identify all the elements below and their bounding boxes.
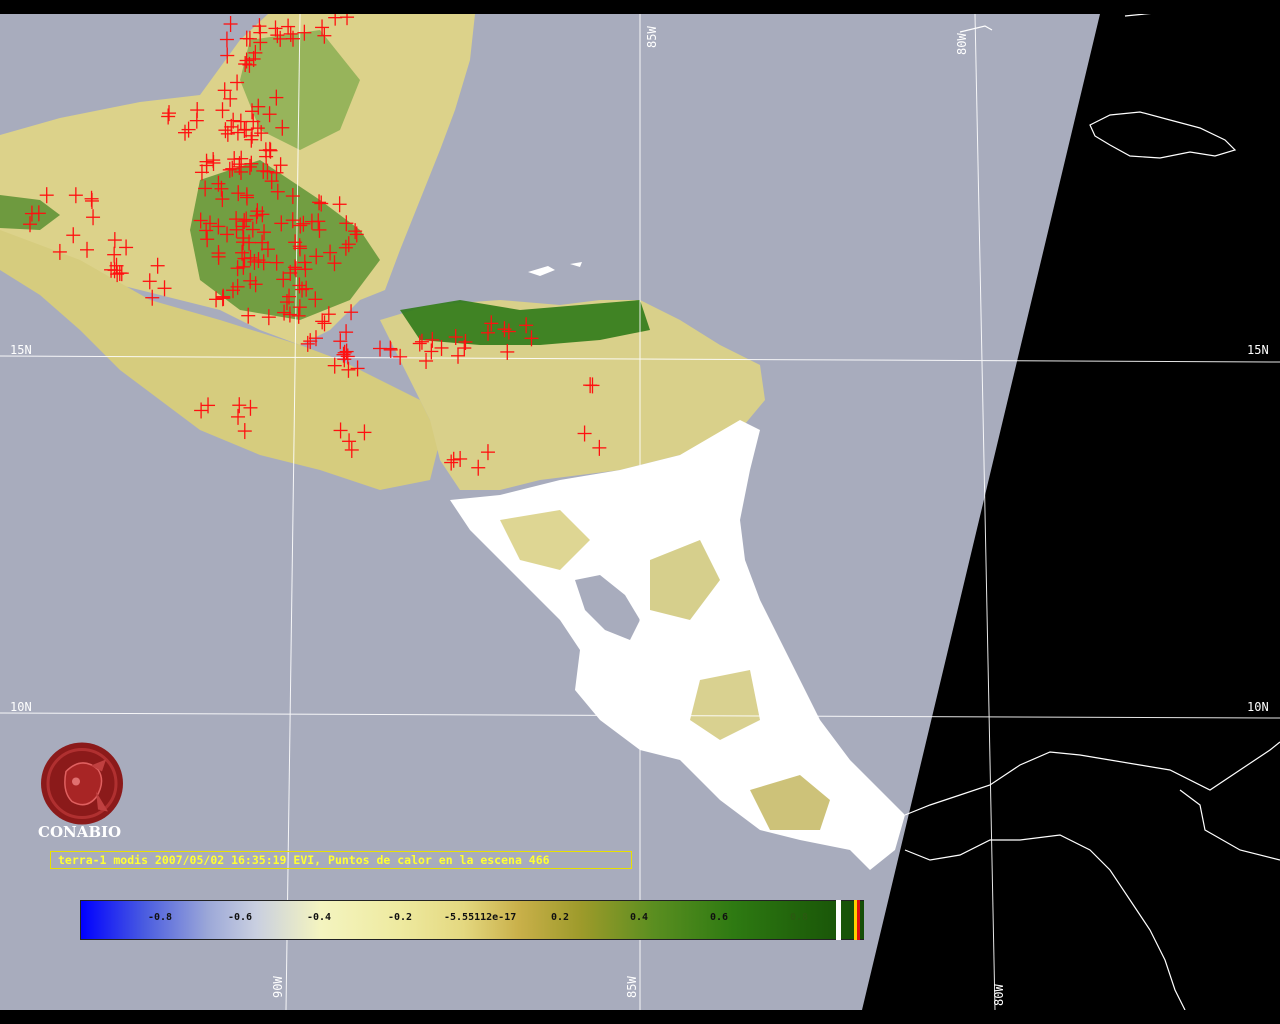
map-viewer: 15N 15N 10N 10N 85W 80W 90W 85W 80W CONA… <box>0 0 1280 1024</box>
colorbar-tick: 0.8 <box>790 912 809 923</box>
bottom-frame <box>0 1010 1280 1024</box>
lon-label-90w-bottom: 90W <box>271 976 285 998</box>
conabio-logo-text: CONABIO <box>38 823 122 841</box>
colorbar-white-mark <box>836 900 841 940</box>
lat-label-15n-right: 15N <box>1247 343 1269 357</box>
top-frame <box>0 0 1280 14</box>
lat-label-10n-left: 10N <box>10 700 32 714</box>
scene-caption: terra-1 modis 2007/05/02 16:35:19 EVI, P… <box>50 851 632 869</box>
colorbar-tick: 0.2 <box>551 912 570 923</box>
lon-label-85w-top: 85W <box>645 26 659 48</box>
lon-label-80w-top: 80W <box>955 33 969 55</box>
colorbar-tick: -5.55112e-17 <box>444 912 517 923</box>
colorbar-gray-mark <box>864 900 878 940</box>
colorbar-red-mark <box>857 900 860 940</box>
colorbar-tick: 0.4 <box>630 912 649 923</box>
colorbar-tick: -0.4 <box>307 912 332 923</box>
colorbar-tick: 0.6 <box>710 912 729 923</box>
lat-label-15n-left: 15N <box>10 343 32 357</box>
colorbar-tick: -0.6 <box>228 912 253 923</box>
evi-satellite-map <box>0 0 1280 1024</box>
colorbar-tick: -0.2 <box>388 912 413 923</box>
colorbar-tick: -0.8 <box>148 912 173 923</box>
lon-label-85w-bottom: 85W <box>625 976 639 998</box>
lon-label-80w-bottom: 80W <box>992 984 1006 1006</box>
lat-label-10n-right: 10N <box>1247 700 1269 714</box>
